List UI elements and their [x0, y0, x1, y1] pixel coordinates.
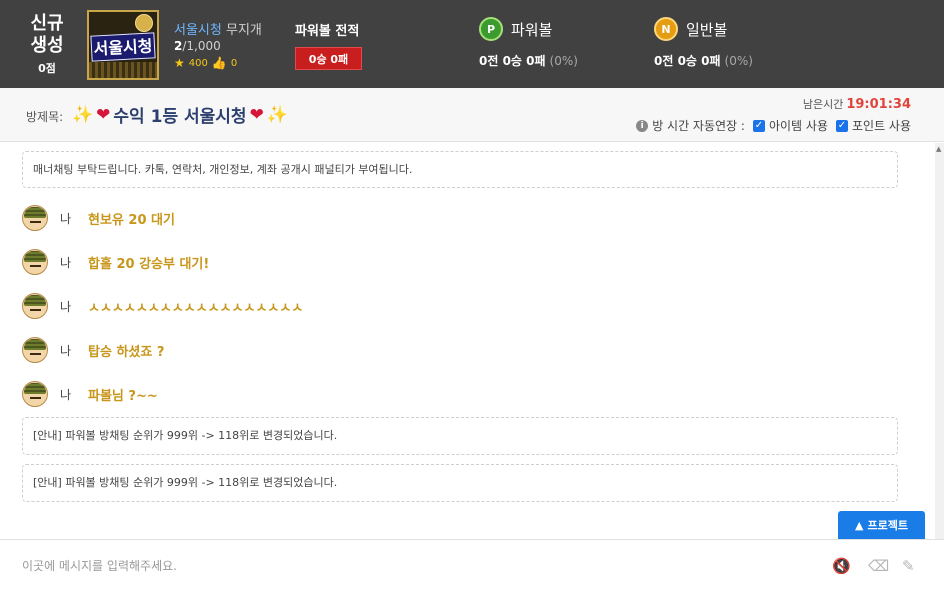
chat-message: 나 현보유 20 대기	[22, 205, 175, 231]
avatar[interactable]	[22, 381, 48, 407]
record-title: 파워볼 전적	[295, 24, 360, 39]
members-max: /1,000	[182, 39, 221, 53]
message-text: 현보유 20 대기	[88, 212, 175, 228]
mute-icon[interactable]: 🔇	[832, 557, 851, 575]
magic-wand-icon[interactable]: ✎	[902, 557, 915, 575]
chat-message: 나 합홀 20 강승부 대기!	[22, 249, 209, 275]
member-count: 2/1,000	[174, 39, 221, 53]
like-count: 0	[230, 57, 238, 69]
message-text: 합홀 20 강승부 대기!	[88, 256, 210, 272]
owner-name[interactable]: 서울시청	[174, 23, 222, 38]
powerball-record: P 파워볼 0전 0승 0패 (0%)	[479, 17, 578, 69]
chat-message: 나 탑승 하셨죠 ?	[22, 337, 164, 363]
sparkle-icon: ✨	[72, 104, 94, 125]
point-use-label: 포인트 사용	[851, 119, 911, 133]
remaining-time: 남은시간 19:01:34	[803, 96, 911, 112]
room-stats: ★ 400 👍 0	[174, 56, 237, 70]
message-sender: 나	[60, 299, 72, 314]
protect-button[interactable]: ▲ 프로젝트	[838, 511, 925, 539]
star-icon: ★	[174, 56, 185, 70]
new-room-line1: 신규	[30, 13, 64, 34]
normalball-record: N 일반볼 0전 0승 0패 (0%)	[654, 17, 753, 69]
room-title-bar: 방제목: ✨ ❤ 수익 1등 서울시청 ❤ ✨ 남은시간 19:01:34 i 방…	[0, 88, 944, 142]
star-count: 400	[188, 57, 208, 69]
normalball-icon: N	[654, 17, 678, 41]
caret-up-icon: ▲	[855, 518, 864, 532]
message-sender: 나	[60, 255, 72, 270]
room-title: ✨ ❤ 수익 1등 서울시청 ❤ ✨	[72, 102, 288, 128]
record-value: 0승 0패	[295, 47, 362, 70]
coin-icon	[135, 14, 153, 32]
message-text: 탑승 하셨죠 ?	[88, 344, 165, 360]
system-notice: [안내] 파워볼 방채팅 순위가 999위 -> 118위로 변경되었습니다.	[22, 464, 898, 502]
message-sender: 나	[60, 387, 72, 402]
remaining-time-label: 남은시간	[802, 98, 844, 111]
heart-icon: ❤	[96, 104, 111, 125]
owner-suffix: 무지개	[225, 23, 262, 38]
powerball-label: 파워볼	[511, 20, 553, 39]
item-use-checkbox[interactable]: ✓	[752, 119, 765, 132]
heart-icon: ❤	[249, 104, 264, 125]
new-room-line2: 생성	[30, 35, 64, 56]
message-sender: 나	[60, 343, 72, 358]
chat-area[interactable]: 매너채팅 부탁드립니다. 카톡, 연락처, 개인정보, 계좌 공개시 패널티가 …	[0, 143, 944, 539]
avatar[interactable]	[22, 249, 48, 275]
room-header: 신규 생성 0점 서울시청 서울시청 무지개 2/1,000 ★ 400 👍 0…	[0, 0, 944, 88]
room-owner: 서울시청 무지개	[174, 19, 262, 38]
chat-scrollbar[interactable]: ▲	[935, 143, 944, 539]
powerball-pct: (0%)	[549, 54, 578, 68]
manner-notice: 매너채팅 부탁드립니다. 카톡, 연락처, 개인정보, 계좌 공개시 패널티가 …	[22, 151, 898, 188]
new-room-score: 0점	[38, 62, 56, 75]
normalball-pct: (0%)	[724, 54, 753, 68]
thumbs-up-icon: 👍	[211, 56, 227, 70]
room-thumbnail: 서울시청	[87, 10, 159, 80]
eraser-icon[interactable]: ⌫	[868, 557, 889, 575]
normalball-label: 일반볼	[686, 20, 728, 39]
item-use-label: 아이템 사용	[768, 119, 828, 133]
point-use-checkbox[interactable]: ✓	[835, 119, 848, 132]
avatar[interactable]	[22, 293, 48, 319]
new-room-button[interactable]: 신규 생성 0점	[12, 13, 82, 76]
auto-extend-options: i 방 시간 자동연장 : ✓ 아이템 사용 ✓ 포인트 사용	[636, 117, 911, 134]
auto-extend-label: 방 시간 자동연장 :	[652, 119, 745, 133]
message-sender: 나	[60, 211, 72, 226]
message-input[interactable]	[22, 554, 802, 578]
protect-button-label: 프로젝트	[867, 519, 908, 532]
room-title-text: 수익 1등 서울시청	[113, 107, 247, 127]
powerball-icon: P	[479, 17, 503, 41]
thumbnail-logo: 서울시청	[90, 32, 156, 62]
message-text: ㅅㅅㅅㅅㅅㅅㅅㅅㅅㅅㅅㅅㅅㅅㅅㅅㅅㅅ	[88, 300, 304, 316]
chat-message: 나 ㅅㅅㅅㅅㅅㅅㅅㅅㅅㅅㅅㅅㅅㅅㅅㅅㅅㅅ	[22, 293, 303, 319]
normalball-record-value: 0전 0승 0패	[654, 54, 721, 68]
avatar[interactable]	[22, 337, 48, 363]
room-title-label: 방제목:	[26, 110, 64, 124]
message-text: 파볼님 ?~~	[88, 388, 158, 404]
remaining-time-value: 19:01:34	[846, 97, 911, 112]
chat-message: 나 파볼님 ?~~	[22, 381, 158, 407]
scroll-up-icon[interactable]: ▲	[936, 145, 941, 153]
avatar[interactable]	[22, 205, 48, 231]
system-notice: [안내] 파워볼 방채팅 순위가 999위 -> 118위로 변경되었습니다.	[22, 417, 898, 455]
message-input-bar: 🔇 ⌫ ✎	[0, 539, 944, 591]
powerball-record-value: 0전 0승 0패	[479, 54, 546, 68]
sparkle-icon: ✨	[266, 104, 288, 125]
info-icon[interactable]: i	[636, 119, 649, 132]
